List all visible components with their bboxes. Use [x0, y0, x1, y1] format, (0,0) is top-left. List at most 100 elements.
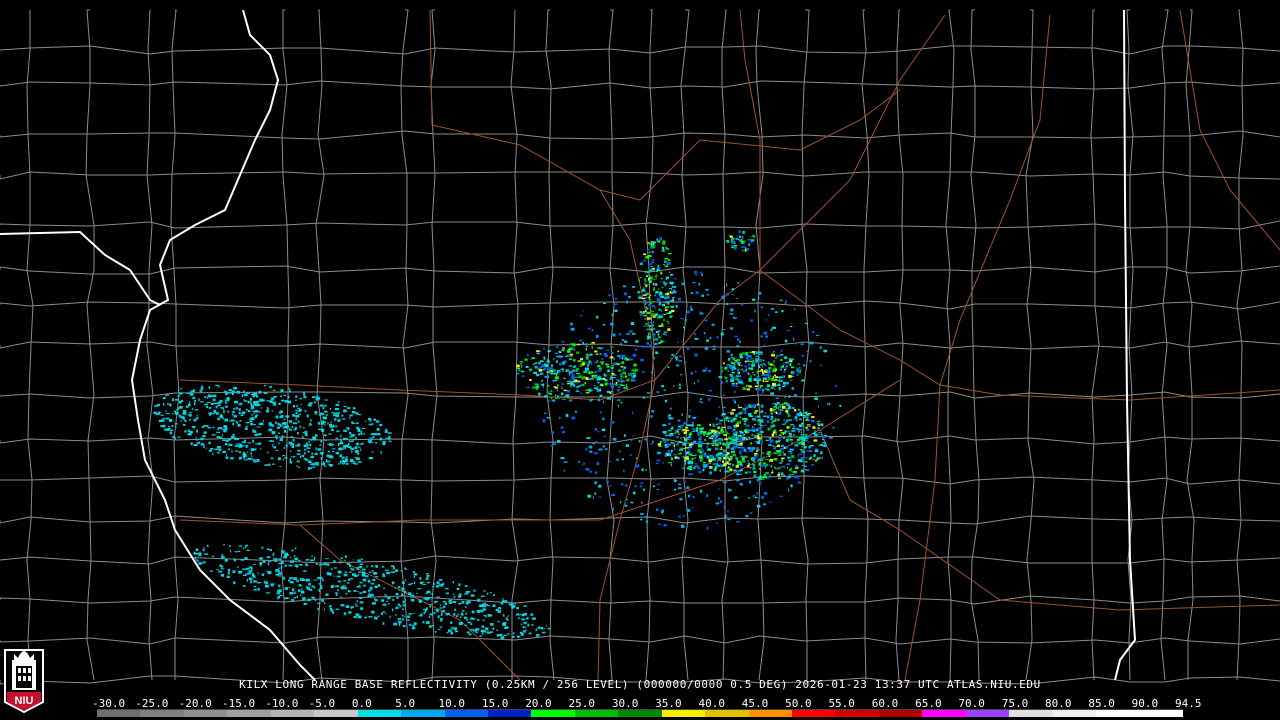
echo-pixel — [699, 400, 702, 403]
echo-pixel — [668, 453, 671, 456]
echo-pixel — [270, 457, 274, 460]
echo-pixel — [644, 310, 647, 313]
echo-pixel — [242, 547, 244, 549]
echo-pixel — [246, 425, 248, 428]
echo-pixel — [615, 381, 618, 384]
echo-pixel — [756, 435, 760, 438]
echo-pixel — [340, 438, 342, 442]
echo-pixel — [537, 361, 541, 365]
echo-pixel — [252, 459, 256, 461]
echo-pixel — [786, 382, 789, 385]
echo-pixel — [660, 272, 663, 274]
echo-pixel — [743, 442, 745, 444]
echo-pixel — [275, 435, 278, 439]
echo-pixel — [288, 587, 291, 588]
logo-text: NIU — [15, 695, 34, 707]
echo-pixel — [761, 391, 764, 394]
echo-pixel — [752, 495, 756, 497]
echo-pixel — [278, 584, 281, 588]
echo-pixel — [774, 388, 776, 390]
echo-pixel — [228, 438, 232, 441]
echo-pixel — [283, 576, 285, 580]
echo-pixel — [247, 400, 249, 404]
echo-pixel — [777, 379, 780, 382]
echo-pixel — [770, 418, 773, 420]
echo-pixel — [676, 436, 679, 438]
echo-pixel — [358, 574, 360, 576]
colorbar-segment — [531, 710, 575, 717]
echo-pixel — [216, 446, 221, 449]
echo-pixel — [829, 437, 833, 439]
echo-pixel — [788, 476, 791, 479]
echo-pixel — [632, 491, 636, 495]
echo-pixel — [248, 566, 252, 569]
echo-pixel — [617, 399, 621, 401]
echo-pixel — [791, 442, 793, 445]
echo-pixel — [709, 336, 712, 340]
echo-pixel — [202, 561, 206, 564]
echo-pixel — [688, 449, 691, 452]
echo-pixel — [729, 234, 731, 237]
echo-pixel — [644, 282, 646, 285]
echo-pixel — [439, 579, 443, 581]
echo-pixel — [769, 458, 773, 462]
echo-pixel — [733, 432, 737, 434]
echo-pixel — [799, 449, 803, 451]
echo-pixel — [659, 291, 663, 295]
echo-pixel — [648, 275, 651, 278]
echo-pixel — [411, 624, 415, 626]
echo-pixel — [644, 271, 648, 273]
echo-pixel — [507, 601, 510, 604]
echo-pixel — [219, 399, 223, 403]
echo-pixel — [337, 443, 340, 447]
echo-pixel — [289, 461, 293, 464]
echo-pixel — [552, 369, 556, 372]
echo-pixel — [632, 286, 636, 288]
echo-pixel — [289, 458, 291, 461]
echo-pixel — [275, 415, 279, 419]
echo-pixel — [247, 457, 252, 460]
echo-pixel — [533, 371, 538, 375]
echo-pixel — [712, 348, 716, 351]
echo-pixel — [433, 612, 436, 614]
echo-pixel — [552, 431, 554, 435]
echo-pixel — [297, 420, 300, 423]
echo-pixel — [303, 396, 307, 399]
echo-pixel — [679, 498, 683, 501]
echo-pixel — [662, 462, 664, 464]
echo-pixel — [641, 468, 644, 472]
echo-pixel — [177, 388, 179, 392]
echo-pixel — [669, 281, 673, 284]
echo-pixel — [741, 447, 746, 449]
echo-pixel — [795, 476, 798, 478]
echo-pixel — [727, 363, 729, 366]
echo-pixel — [244, 573, 247, 577]
echo-pixel — [194, 399, 196, 402]
echo-pixel — [377, 615, 380, 617]
echo-pixel — [562, 370, 564, 372]
echo-pixel — [690, 391, 692, 394]
echo-pixel — [185, 405, 189, 408]
echo-pixel — [663, 318, 665, 322]
echo-pixel — [266, 409, 269, 413]
echo-pixel — [737, 361, 741, 365]
echo-pixel — [226, 575, 231, 578]
echo-pixel — [222, 416, 224, 420]
echo-pixel — [716, 522, 718, 524]
echo-pixel — [647, 325, 651, 327]
echo-pixel — [784, 467, 786, 469]
echo-pixel — [391, 565, 395, 567]
echo-pixel — [739, 438, 743, 441]
echo-pixel — [224, 558, 228, 562]
echo-pixel — [263, 392, 268, 395]
echo-pixel — [489, 592, 492, 594]
echo-pixel — [207, 427, 212, 429]
echo-pixel — [781, 423, 786, 425]
echo-pixel — [334, 408, 339, 411]
echo-pixel — [163, 402, 165, 406]
echo-pixel — [209, 413, 211, 416]
echo-pixel — [647, 265, 650, 267]
echo-pixel — [797, 363, 801, 365]
echo-pixel — [721, 413, 726, 416]
echo-pixel — [752, 298, 756, 301]
